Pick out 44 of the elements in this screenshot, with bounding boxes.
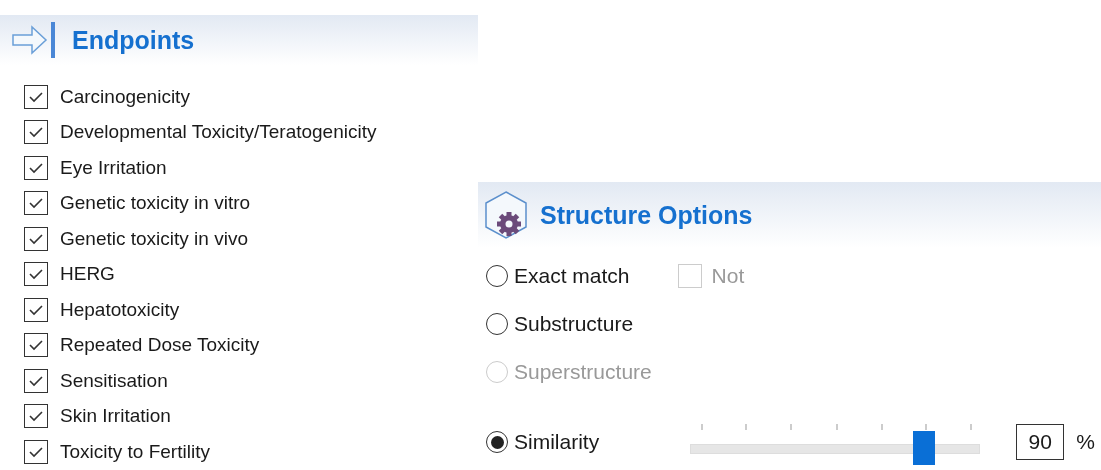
checkbox[interactable] [24, 120, 48, 144]
checkbox-label: Skin Irritation [60, 405, 171, 427]
check-icon [28, 268, 44, 280]
check-icon [28, 339, 44, 351]
checkbox-label: Eye Irritation [60, 156, 167, 179]
checkbox[interactable] [24, 191, 48, 215]
checkbox[interactable] [24, 155, 48, 180]
check-icon [28, 303, 44, 316]
checkbox[interactable] [24, 368, 48, 393]
checkbox-label: Carcinogenicity [60, 85, 190, 108]
checkbox-label: HERG [60, 263, 115, 285]
radio-label: Similarity [514, 430, 600, 454]
checkbox-label: Toxicity to Fertility [60, 440, 210, 463]
check-icon [28, 197, 44, 209]
checkbox-label: Repeated Dose Toxicity [60, 334, 260, 356]
checkbox[interactable] [24, 297, 48, 322]
checkbox-label: Genetic toxicity in vivo [60, 227, 248, 250]
similarity-slider[interactable] [690, 422, 981, 462]
section-title: Endpoints [72, 25, 195, 55]
section-title: Structure Options [540, 200, 753, 230]
slider-thumb[interactable] [913, 431, 936, 465]
checkbox[interactable] [24, 84, 48, 109]
check-icon [28, 410, 44, 422]
radio-label: Substructure [514, 312, 634, 336]
unit-label: % [1076, 430, 1095, 454]
radio-label: Superstructure [514, 360, 652, 384]
checkbox[interactable] [24, 439, 48, 464]
checkbox[interactable] [24, 226, 48, 251]
check-icon [28, 126, 44, 138]
checkbox[interactable] [24, 404, 48, 428]
checkbox-label: Sensitisation [60, 369, 168, 392]
checkbox[interactable] [24, 333, 48, 357]
check-icon [28, 374, 44, 387]
checkbox-label: Hepatotoxicity [60, 298, 180, 321]
similarity-field[interactable]: 90 [1016, 424, 1065, 460]
checkbox-label: Not [711, 264, 745, 288]
checkbox-label: Developmental Toxicity/Teratogenicity [60, 121, 377, 143]
radio-label: Exact match [514, 264, 630, 288]
checkbox-label: Genetic toxicity in vitro [60, 192, 251, 214]
checkbox[interactable] [24, 262, 48, 286]
check-icon [28, 90, 44, 103]
check-icon [28, 232, 44, 245]
check-icon [28, 161, 44, 174]
check-icon [28, 445, 44, 458]
